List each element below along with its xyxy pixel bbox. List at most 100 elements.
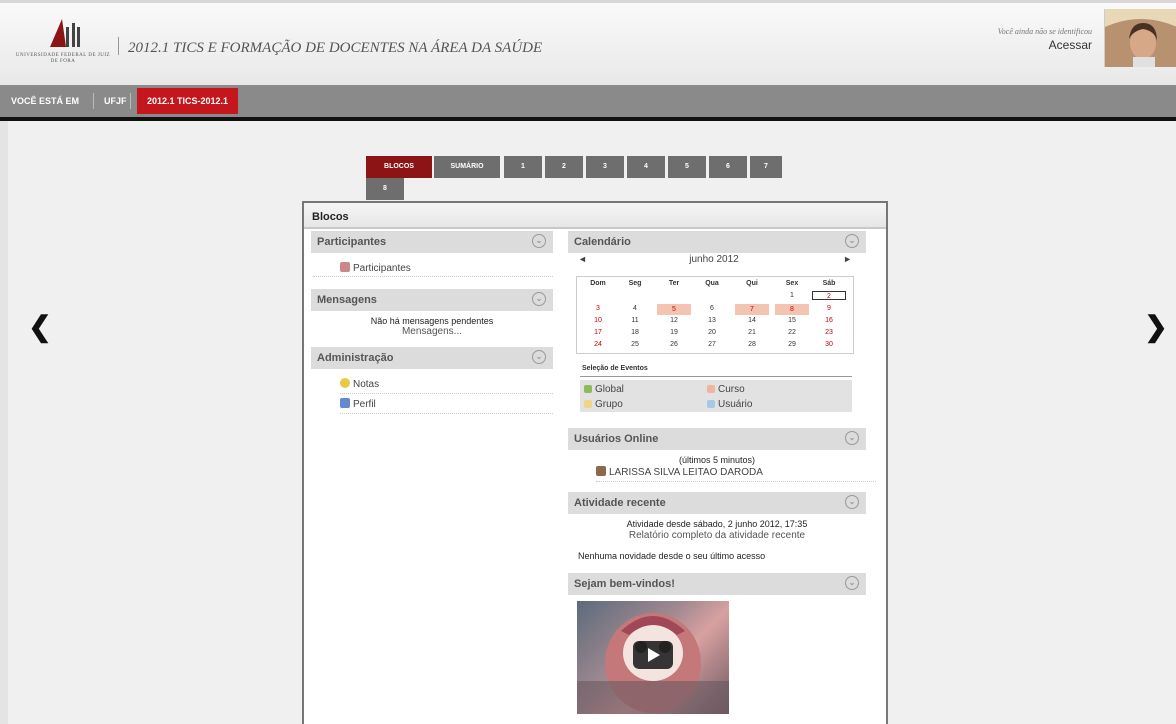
collapse-icon[interactable]: ⌄ xyxy=(532,234,546,248)
block-mensagens-header: Mensagens ⌄ xyxy=(311,289,553,311)
mensagens-text: Não há mensagens pendentes xyxy=(370,316,494,326)
tab-2[interactable]: 2 xyxy=(545,156,583,178)
calendar-day[interactable]: 3 xyxy=(583,304,613,313)
calendar-day[interactable]: 1 xyxy=(777,291,807,300)
filter-label: Usuário xyxy=(718,399,753,410)
profile-icon xyxy=(340,398,350,408)
user-avatar-icon xyxy=(596,466,606,476)
block-calendario-header: Calendário ⌄ xyxy=(568,231,866,253)
online-note: (últimos 5 minutos) xyxy=(678,455,756,465)
filter-label: Global xyxy=(595,384,624,395)
calendar-day[interactable]: 11 xyxy=(620,316,650,325)
user-event-icon xyxy=(707,400,715,408)
breadcrumb-course[interactable]: 2012.1 TICS-2012.1 xyxy=(137,88,239,114)
block-atividade-header: Atividade recente ⌄ xyxy=(568,492,866,514)
course-event-icon xyxy=(707,385,715,393)
block-participantes-header: Participantes ⌄ xyxy=(311,231,553,253)
header-divider xyxy=(118,37,119,55)
calendar-day[interactable]: 7 xyxy=(735,304,769,315)
calendar-day[interactable]: 13 xyxy=(697,316,727,325)
filter-label: Curso xyxy=(718,384,745,395)
group-event-icon xyxy=(584,400,592,408)
calendar-day[interactable]: 2 xyxy=(812,291,846,300)
participantes-link[interactable]: Participantes xyxy=(340,262,411,274)
calendar-day[interactable]: 12 xyxy=(659,316,689,325)
calendar-day[interactable]: 23 xyxy=(814,328,844,337)
filter-curso[interactable]: Curso xyxy=(707,384,745,395)
calendar-day[interactable]: 27 xyxy=(697,340,727,349)
prev-arrow-icon[interactable]: ❮ xyxy=(28,312,52,342)
filter-grupo[interactable]: Grupo xyxy=(584,399,623,410)
block-atividade-title: Atividade recente xyxy=(574,497,666,509)
calendar-day[interactable]: 16 xyxy=(814,316,844,325)
calendar-day[interactable]: 30 xyxy=(814,340,844,349)
collapse-icon[interactable]: ⌄ xyxy=(845,495,859,509)
calendar-day[interactable]: 18 xyxy=(620,328,650,337)
block-participantes-title: Participantes xyxy=(317,236,387,248)
admin-item-notas[interactable]: Notas xyxy=(340,378,379,390)
grades-icon xyxy=(340,378,350,388)
calendar-day[interactable]: 4 xyxy=(620,304,650,313)
calendar-weekday: Sex xyxy=(785,280,799,287)
course-title[interactable]: 2012.1 TICS E FORMAÇÃO DE DOCENTES NA ÁR… xyxy=(128,40,542,57)
tab-blocos[interactable]: BLOCOS xyxy=(366,156,432,178)
calendar-day[interactable]: 8 xyxy=(775,304,809,315)
filter-global[interactable]: Global xyxy=(584,384,624,395)
play-button-icon[interactable] xyxy=(633,641,673,669)
calendar-day[interactable]: 15 xyxy=(777,316,807,325)
calendar-weekday: Dom xyxy=(590,280,606,287)
site-header: Universidade Federal de Juiz de Fora 201… xyxy=(0,0,1176,85)
admin-item-label: Notas xyxy=(353,379,380,390)
ufjf-logo[interactable]: Universidade Federal de Juiz de Fora xyxy=(14,17,112,67)
block-administracao-title: Administração xyxy=(317,352,394,364)
calendar-month[interactable]: junho 2012 xyxy=(576,254,852,265)
calendar-week-row: 12 xyxy=(577,291,853,300)
calendar-day[interactable]: 28 xyxy=(737,340,767,349)
online-user[interactable]: LARISSA SILVA LEITAO DARODA xyxy=(596,466,763,478)
collapse-icon[interactable]: ⌄ xyxy=(532,350,546,364)
tab-5[interactable]: 5 xyxy=(668,156,706,178)
tab-6[interactable]: 6 xyxy=(709,156,747,178)
calendar-day[interactable]: 9 xyxy=(814,304,844,313)
divider xyxy=(596,481,876,482)
login-link[interactable]: Acessar xyxy=(998,38,1092,52)
tab-1[interactable]: 1 xyxy=(504,156,542,178)
calendar-nav: ◄ junho 2012 ► xyxy=(576,254,852,268)
next-arrow-icon[interactable]: ❯ xyxy=(1144,312,1168,342)
calendar-day[interactable]: 21 xyxy=(737,328,767,337)
block-administracao-header: Administração ⌄ xyxy=(311,347,553,369)
activity-report-link[interactable]: Relatório completo da atividade recente xyxy=(568,530,866,541)
calendar-day[interactable]: 10 xyxy=(583,316,613,325)
calendar-day[interactable]: 29 xyxy=(777,340,807,349)
calendar-day[interactable]: 20 xyxy=(697,328,727,337)
tab-3[interactable]: 3 xyxy=(586,156,624,178)
calendar-day[interactable]: 5 xyxy=(657,304,691,315)
filter-usuario[interactable]: Usuário xyxy=(707,399,752,410)
calendar-weekday: Sáb xyxy=(822,280,836,287)
calendar-day[interactable]: 14 xyxy=(737,316,767,325)
mensagens-link[interactable]: Mensagens... xyxy=(311,326,553,337)
collapse-icon[interactable]: ⌄ xyxy=(532,292,546,306)
calendar-week-row: 24 25 26 27 28 29 30 xyxy=(577,340,853,349)
tab-8[interactable]: 8 xyxy=(366,178,404,200)
calendar-day[interactable]: 22 xyxy=(777,328,807,337)
admin-item-perfil[interactable]: Perfil xyxy=(340,398,376,410)
welcome-video[interactable] xyxy=(577,601,729,714)
calendar-day[interactable]: 17 xyxy=(583,328,613,337)
calendar-day[interactable]: 6 xyxy=(697,304,727,313)
tab-4[interactable]: 4 xyxy=(627,156,665,178)
calendar-day[interactable]: 25 xyxy=(620,340,650,349)
calendar-weekday: Qui xyxy=(746,280,758,287)
calendar-weekday: Seg xyxy=(628,280,642,287)
collapse-icon[interactable]: ⌄ xyxy=(845,431,859,445)
calendar-day[interactable]: 19 xyxy=(659,328,689,337)
tab-7[interactable]: 7 xyxy=(750,156,782,178)
global-event-icon xyxy=(584,385,592,393)
next-month-icon[interactable]: ► xyxy=(843,254,852,264)
collapse-icon[interactable]: ⌄ xyxy=(845,576,859,590)
calendar-day[interactable]: 26 xyxy=(659,340,689,349)
tab-sumario[interactable]: SUMÁRIO xyxy=(434,156,500,178)
calendar-day[interactable]: 24 xyxy=(583,340,613,349)
breadcrumb-ufjf[interactable]: UFJF xyxy=(104,85,127,117)
collapse-icon[interactable]: ⌄ xyxy=(845,234,859,248)
